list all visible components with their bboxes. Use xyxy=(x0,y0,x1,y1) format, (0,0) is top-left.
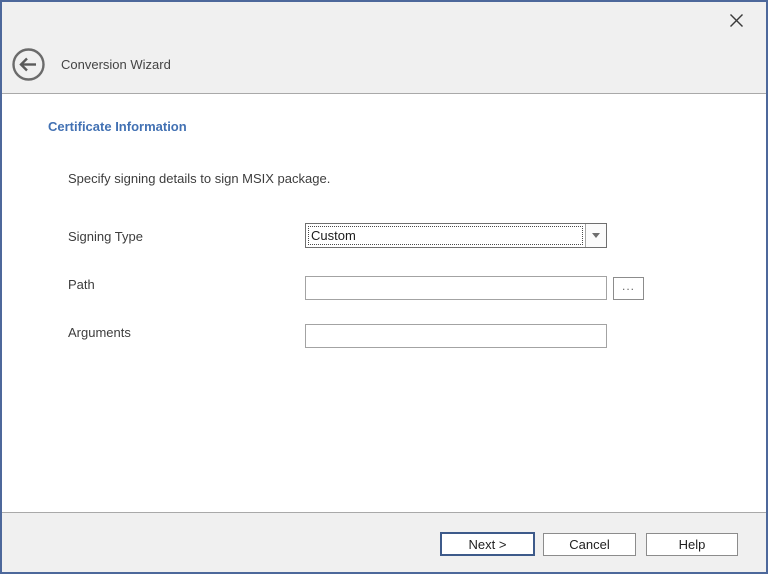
signing-type-label: Signing Type xyxy=(68,229,143,244)
back-arrow-icon xyxy=(12,48,45,81)
signing-type-dropdown[interactable]: Custom xyxy=(305,223,607,248)
page-title: Certificate Information xyxy=(48,119,187,134)
dropdown-arrow-button[interactable] xyxy=(585,224,606,247)
browse-ellipsis-icon: ... xyxy=(622,279,635,293)
path-input[interactable] xyxy=(305,276,607,300)
wizard-window: Conversion Wizard Certificate Informatio… xyxy=(0,0,768,574)
path-label: Path xyxy=(68,277,95,292)
signing-type-value: Custom xyxy=(311,224,356,247)
wizard-header: Conversion Wizard xyxy=(2,2,766,94)
arguments-label: Arguments xyxy=(68,325,131,340)
chevron-down-icon xyxy=(592,233,600,238)
arguments-input[interactable] xyxy=(305,324,607,348)
back-button[interactable] xyxy=(12,48,45,81)
next-button[interactable]: Next > xyxy=(440,532,535,556)
help-button[interactable]: Help xyxy=(646,533,738,556)
close-icon[interactable] xyxy=(724,8,748,32)
browse-button[interactable]: ... xyxy=(613,277,644,300)
page-description: Specify signing details to sign MSIX pac… xyxy=(68,171,330,186)
wizard-body xyxy=(2,95,766,509)
cancel-button[interactable]: Cancel xyxy=(543,533,636,556)
wizard-title: Conversion Wizard xyxy=(61,48,171,81)
close-x-glyph xyxy=(729,13,744,28)
